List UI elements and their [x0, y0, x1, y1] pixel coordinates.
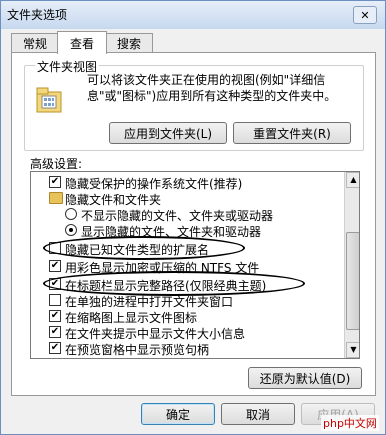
restore-defaults-button[interactable]: 还原为默认值(D)	[248, 367, 362, 389]
title-bar[interactable]: 文件夹选项 ✕	[1, 1, 385, 27]
list-item[interactable]: 在单独的进程中打开文件夹窗口	[31, 292, 344, 309]
scroll-down-icon[interactable]: ▼	[346, 342, 359, 358]
reset-folders-button[interactable]: 重置文件夹(R)	[233, 122, 351, 144]
checkbox[interactable]: ✔	[49, 260, 61, 272]
folder-views-description: 可以将该文件夹正在使用的视图(例如"详细信息"或"图标")应用到所有这种类型的文…	[87, 73, 337, 103]
ok-button[interactable]: 确定	[141, 403, 215, 425]
checkbox[interactable]: ✔	[49, 176, 61, 188]
tab-view[interactable]: 查看	[57, 31, 107, 54]
advanced-settings-list[interactable]: ✔ 隐藏受保护的操作系统文件(推荐) 隐藏文件和文件夹 不显示隐藏的文件、文件夹…	[30, 171, 360, 359]
tab-search[interactable]: 搜索	[105, 33, 153, 53]
advanced-settings-label: 高级设置:	[30, 157, 83, 171]
watermark: php中文网	[321, 415, 379, 431]
apply-to-folders-button[interactable]: 应用到文件夹(L)	[109, 122, 227, 144]
checkbox[interactable]	[49, 294, 61, 306]
checkbox[interactable]: ✔	[49, 278, 61, 290]
list-item-label: 隐藏已知文件类型的扩展名	[65, 243, 210, 257]
list-item[interactable]: 隐藏已知文件类型的扩展名	[31, 240, 344, 257]
folder-views-group: 文件夹视图 可以将该文件夹正在使用的视图(例如"详细信息"或"图标")应用到所有…	[24, 58, 364, 151]
cancel-button[interactable]: 取消	[221, 403, 295, 425]
window-title: 文件夹选项	[7, 8, 68, 22]
checkbox[interactable]: ✔	[49, 310, 61, 322]
list-item[interactable]: ✔ 在文件夹提示中显示文件大小信息	[31, 324, 344, 341]
tab-general[interactable]: 常规	[11, 33, 59, 53]
checkbox[interactable]: ✔	[49, 326, 61, 338]
close-icon[interactable]: ✕	[353, 6, 377, 24]
list-item[interactable]: ✔ 在预览窗格中显示预览句柄	[31, 340, 344, 357]
list-item[interactable]: ✔ 用彩色显示加密或压缩的 NTFS 文件	[31, 258, 344, 275]
list-item[interactable]: ✔ 在缩略图上显示文件图标	[31, 308, 344, 325]
list-item[interactable]: ✔ 隐藏受保护的操作系统文件(推荐)	[31, 174, 344, 191]
list-item[interactable]: 显示隐藏的文件、文件夹和驱动器	[31, 222, 344, 239]
view-tab-panel: 文件夹视图 可以将该文件夹正在使用的视图(例如"详细信息"或"图标")应用到所有…	[11, 52, 376, 396]
folder-options-window: 文件夹选项 ✕ 常规 查看 搜索 文件夹视图 可以将该文件夹正在使用的视图(例如…	[0, 0, 386, 435]
folder-icon	[49, 192, 63, 204]
scroll-thumb[interactable]	[346, 232, 359, 330]
checkbox[interactable]	[49, 242, 61, 254]
list-item[interactable]: 隐藏文件和文件夹	[31, 190, 344, 207]
vertical-scrollbar[interactable]: ▲ ▼	[344, 172, 359, 358]
list-item-label: 显示隐藏的文件、文件夹和驱动器	[81, 225, 262, 239]
folder-view-icon	[36, 87, 62, 113]
scroll-up-icon[interactable]: ▲	[346, 172, 359, 188]
list-item[interactable]: 不显示隐藏的文件、文件夹或驱动器	[31, 206, 344, 223]
radio-button[interactable]	[65, 208, 77, 220]
radio-button[interactable]	[65, 224, 77, 236]
checkbox[interactable]: ✔	[49, 342, 61, 354]
advanced-settings-items: ✔ 隐藏受保护的操作系统文件(推荐) 隐藏文件和文件夹 不显示隐藏的文件、文件夹…	[31, 172, 344, 358]
list-item-label: 用彩色显示加密或压缩的 NTFS 文件	[65, 261, 260, 275]
list-item[interactable]: ✔ 在标题栏显示完整路径(仅限经典主题)	[31, 276, 344, 293]
list-item-label: 在预览窗格中显示预览句柄	[65, 343, 210, 357]
